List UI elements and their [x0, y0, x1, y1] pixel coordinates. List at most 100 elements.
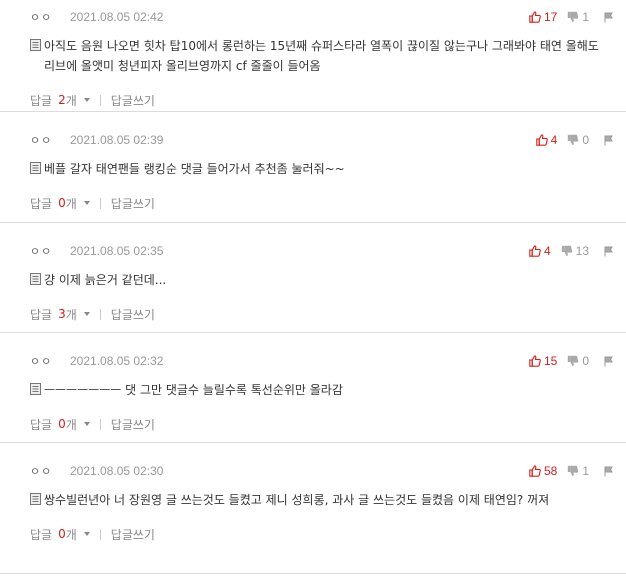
report-button[interactable] — [603, 12, 614, 23]
divider — [99, 197, 101, 209]
thumbs-down-icon — [568, 465, 579, 477]
downvote-button[interactable]: 1 — [567, 464, 589, 478]
document-icon — [30, 39, 41, 51]
thumbs-up-icon — [529, 245, 541, 257]
reply-count: 3 — [58, 307, 66, 321]
reply-toggle-button[interactable]: 답글 0개 — [30, 416, 90, 433]
comment-text: ㅡㅡㅡㅡㅡㅡㅡ 댓 그만 댓글수 늘릴수록 톡선순위만 올라감 — [44, 383, 343, 397]
vote-group: 15 0 — [519, 352, 614, 370]
divider — [99, 94, 101, 106]
reply-label: 답글 — [30, 196, 53, 211]
report-button[interactable] — [603, 246, 614, 257]
comment-actions: 답글 3개 답글쓰기 — [30, 304, 614, 324]
report-icon — [604, 356, 613, 366]
upvote-count: 4 — [543, 244, 551, 258]
report-icon — [604, 135, 613, 145]
comment-actions: 답글 0개 답글쓰기 — [30, 524, 614, 544]
reply-label: 답글 — [30, 307, 53, 322]
upvote-count: 58 — [543, 464, 558, 478]
divider — [99, 528, 101, 540]
report-icon — [604, 12, 613, 22]
reply-toggle-button[interactable]: 답글 0개 — [30, 526, 90, 543]
vote-group: 4 13 — [519, 242, 614, 260]
downvote-count: 0 — [582, 133, 589, 147]
thumbs-up-icon — [529, 11, 541, 23]
upvote-button[interactable]: 58 — [529, 464, 557, 478]
write-reply-button[interactable]: 답글쓰기 — [111, 306, 155, 323]
reply-toggle-button[interactable]: 답글 0개 — [30, 195, 90, 212]
comment-item: ㅇㅇ 2021.08.05 02:32 15 0 ㅡㅡㅡㅡㅡㅡㅡ 댓 그만 댓글… — [0, 333, 626, 443]
comment-text: 아직도 음원 나오면 힛차 탑10에서 롱런하는 15년째 슈퍼스타라 열폭이 … — [44, 39, 599, 73]
downvote-button[interactable]: 1 — [567, 10, 589, 24]
downvote-button[interactable]: 13 — [561, 244, 589, 258]
comment-body: 아직도 음원 나오면 힛차 탑10에서 롱런하는 15년째 슈퍼스타라 열폭이 … — [30, 36, 614, 76]
downvote-count: 1 — [582, 10, 589, 24]
report-icon — [604, 246, 613, 256]
upvote-button[interactable]: 15 — [529, 354, 557, 368]
vote-group: 58 1 — [519, 462, 614, 480]
comment-item: ㅇㅇ 2021.08.05 02:30 58 1 쌍수빌런년아 너 장원영 글 … — [0, 443, 626, 574]
comment-author: ㅇㅇ — [30, 355, 53, 368]
report-button[interactable] — [603, 466, 614, 477]
document-icon — [30, 273, 41, 285]
comment-author: ㅇㅇ — [30, 465, 53, 478]
comment-body: 쌍수빌런년아 너 장원영 글 쓰는것도 들켰고 제니 성희롱, 과사 글 쓰는것… — [30, 490, 614, 510]
reply-unit: 개 — [65, 307, 77, 322]
write-reply-button[interactable]: 답글쓰기 — [111, 195, 155, 212]
comment-author: ㅇㅇ — [30, 11, 53, 24]
downvote-count: 1 — [582, 464, 589, 478]
upvote-button[interactable]: 4 — [529, 244, 551, 258]
thumbs-down-icon — [568, 134, 579, 146]
report-button[interactable] — [603, 135, 614, 146]
comment-item: ㅇㅇ 2021.08.05 02:35 4 13 걍 이제 늙은거 같던데...… — [0, 223, 626, 333]
reply-unit: 개 — [65, 527, 77, 542]
write-reply-button[interactable]: 답글쓰기 — [111, 416, 155, 433]
upvote-count: 4 — [550, 133, 558, 147]
downvote-button[interactable]: 0 — [567, 354, 589, 368]
vote-group: 17 1 — [519, 8, 614, 26]
reply-count: 2 — [58, 93, 66, 107]
caret-down-icon — [83, 98, 90, 102]
thumbs-up-icon — [529, 465, 541, 477]
comment-date: 2021.08.05 02:39 — [70, 133, 164, 147]
thumbs-down-icon — [568, 11, 579, 23]
reply-count: 0 — [58, 196, 66, 210]
document-icon — [30, 383, 41, 395]
comment-date: 2021.08.05 02:42 — [70, 10, 164, 24]
comment-list: ㅇㅇ 2021.08.05 02:42 17 1 아직도 음원 나오면 힛차 탑… — [0, 0, 626, 574]
thumbs-down-icon — [561, 245, 572, 257]
report-icon — [604, 466, 613, 476]
downvote-count: 13 — [575, 244, 589, 258]
reply-toggle-button[interactable]: 답글 2개 — [30, 92, 90, 109]
comment-actions: 답글 0개 답글쓰기 — [30, 414, 614, 434]
write-reply-button[interactable]: 답글쓰기 — [111, 92, 155, 109]
reply-label: 답글 — [30, 417, 53, 432]
comment-text: 베플 갈자 태연팬들 랭킹순 댓글 들어가서 추천좀 눌러줘~~ — [44, 162, 345, 176]
thumbs-down-icon — [568, 355, 579, 367]
comment-text: 쌍수빌런년아 너 장원영 글 쓰는것도 들켰고 제니 성희롱, 과사 글 쓰는것… — [44, 493, 550, 507]
reply-count: 0 — [58, 527, 66, 541]
reply-unit: 개 — [65, 196, 77, 211]
reply-toggle-button[interactable]: 답글 3개 — [30, 306, 90, 323]
thumbs-up-icon — [535, 134, 548, 146]
comment-author: ㅇㅇ — [30, 245, 53, 258]
upvote-count: 15 — [543, 354, 558, 368]
downvote-button[interactable]: 0 — [567, 133, 589, 147]
comment-body: ㅡㅡㅡㅡㅡㅡㅡ 댓 그만 댓글수 늘릴수록 톡선순위만 올라감 — [30, 380, 614, 400]
document-icon — [30, 162, 41, 174]
comment-date: 2021.08.05 02:30 — [70, 464, 164, 478]
upvote-button[interactable]: 4 — [535, 133, 558, 147]
reply-label: 답글 — [30, 527, 53, 542]
comment-author: ㅇㅇ — [30, 134, 53, 147]
reply-label: 답글 — [30, 93, 53, 108]
comment-date: 2021.08.05 02:35 — [70, 244, 164, 258]
write-reply-button[interactable]: 답글쓰기 — [111, 526, 155, 543]
comment-body: 베플 갈자 태연팬들 랭킹순 댓글 들어가서 추천좀 눌러줘~~ — [30, 159, 614, 179]
report-button[interactable] — [603, 356, 614, 367]
reply-unit: 개 — [65, 417, 77, 432]
comment-item: ㅇㅇ 2021.08.05 02:42 17 1 아직도 음원 나오면 힛차 탑… — [0, 0, 626, 112]
comment-actions: 답글 0개 답글쓰기 — [30, 193, 614, 213]
upvote-button[interactable]: 17 — [529, 10, 557, 24]
downvote-count: 0 — [582, 354, 589, 368]
reply-unit: 개 — [65, 93, 77, 108]
